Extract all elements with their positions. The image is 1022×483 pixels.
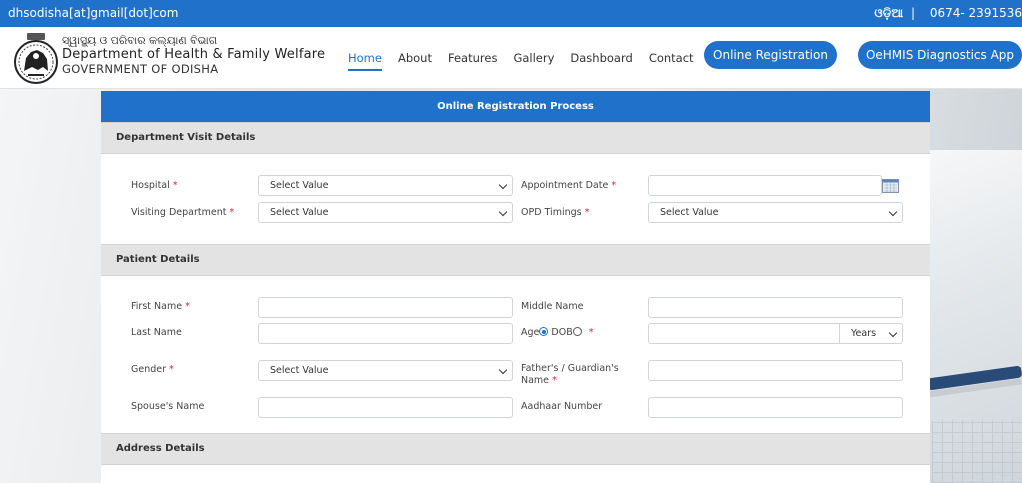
spouse-name-label: Spouse's Name bbox=[131, 401, 205, 412]
top-bar-right: ଓଡ଼ିଆ | 0674- 2391536 bbox=[874, 6, 1022, 21]
age-unit-select[interactable]: Years bbox=[839, 323, 903, 344]
government-name: GOVERNMENT OF ODISHA bbox=[62, 62, 219, 76]
last-name-label: Last Name bbox=[131, 327, 182, 338]
gender-label: Gender * bbox=[131, 364, 174, 375]
nav-features[interactable]: Features bbox=[448, 51, 497, 71]
form-row-spouse: Spouse's Name Aadhaar Number bbox=[101, 397, 930, 419]
nav-about[interactable]: About bbox=[398, 51, 432, 71]
nav-contact[interactable]: Contact bbox=[649, 51, 694, 71]
section-department-visit: Department Visit Details bbox=[101, 122, 930, 154]
first-name-label: First Name * bbox=[131, 301, 190, 312]
visiting-department-select[interactable]: Select Value bbox=[258, 202, 513, 223]
section-address: Address Details bbox=[101, 433, 930, 465]
visiting-department-label: Visiting Department * bbox=[131, 207, 235, 218]
opd-timings-select[interactable]: Select Value bbox=[648, 202, 903, 223]
nav-home[interactable]: Home bbox=[348, 51, 382, 71]
main-nav: Home About Features Gallery Dashboard Co… bbox=[348, 51, 710, 71]
language-switch-link[interactable]: ଓଡ଼ିଆ bbox=[874, 6, 903, 20]
contact-phone: 0674- 2391536 bbox=[929, 6, 1022, 20]
hospital-label: Hospital * bbox=[131, 180, 178, 191]
age-radio[interactable] bbox=[539, 327, 549, 336]
department-name-odia: ସ୍ୱାସ୍ଥ୍ୟ ଓ ପରିବାର କଲ୍ୟାଣ ବିଭାଗ bbox=[62, 34, 218, 47]
form-row-hospital: Hospital * Select Value Appointment Date… bbox=[101, 175, 930, 197]
nav-dashboard[interactable]: Dashboard bbox=[570, 51, 632, 71]
contact-email: dhsodisha[at]gmail[dot]com bbox=[8, 6, 179, 20]
last-name-input[interactable] bbox=[258, 323, 513, 344]
site-header: ସ୍ୱାସ୍ଥ୍ୟ ଓ ପରିବାର କଲ୍ୟାଣ ବିଭାଗ Departme… bbox=[0, 27, 1022, 89]
form-row-gender: Gender * Select Value Father's / Guardia… bbox=[101, 360, 930, 386]
guardian-name-label: Father's / Guardian's Name * bbox=[521, 363, 619, 386]
online-registration-button[interactable]: Online Registration bbox=[704, 41, 837, 69]
spouse-name-input[interactable] bbox=[258, 397, 513, 418]
department-name: Department of Health & Family Welfare bbox=[62, 47, 326, 62]
section-patient: Patient Details bbox=[101, 244, 930, 276]
background-grid-pattern bbox=[932, 420, 1022, 483]
aadhaar-number-input[interactable] bbox=[648, 397, 903, 418]
guardian-name-input[interactable] bbox=[648, 360, 903, 381]
dob-radio[interactable] bbox=[572, 327, 582, 336]
gender-select[interactable]: Select Value bbox=[258, 360, 513, 381]
appointment-date-input[interactable] bbox=[648, 175, 882, 196]
hospital-select[interactable]: Select Value bbox=[258, 175, 513, 196]
top-bar: dhsodisha[at]gmail[dot]com ଓଡ଼ିଆ | 0674-… bbox=[0, 0, 1022, 27]
panel-title: Online Registration Process bbox=[101, 91, 930, 122]
calendar-icon[interactable] bbox=[882, 179, 899, 193]
odisha-emblem-icon[interactable] bbox=[10, 31, 62, 85]
top-bar-separator: | bbox=[910, 6, 916, 20]
form-row-department: Visiting Department * Select Value OPD T… bbox=[101, 202, 930, 224]
age-dob-label: Age DOB * bbox=[521, 327, 594, 338]
middle-name-label: Middle Name bbox=[521, 301, 584, 312]
appointment-date-label: Appointment Date * bbox=[521, 180, 617, 191]
nav-gallery[interactable]: Gallery bbox=[513, 51, 554, 71]
diagnostics-app-button[interactable]: OeHMIS Diagnostics App bbox=[858, 41, 1022, 69]
form-row-name: First Name * Middle Name bbox=[101, 297, 930, 319]
age-input[interactable] bbox=[648, 323, 840, 344]
opd-timings-label: OPD Timings * bbox=[521, 207, 590, 218]
aadhaar-number-label: Aadhaar Number bbox=[521, 401, 603, 412]
first-name-input[interactable] bbox=[258, 297, 513, 318]
registration-panel: Online Registration Process Department V… bbox=[101, 91, 930, 483]
middle-name-input[interactable] bbox=[648, 297, 903, 318]
form-row-lastname: Last Name Age DOB * Years bbox=[101, 323, 930, 345]
